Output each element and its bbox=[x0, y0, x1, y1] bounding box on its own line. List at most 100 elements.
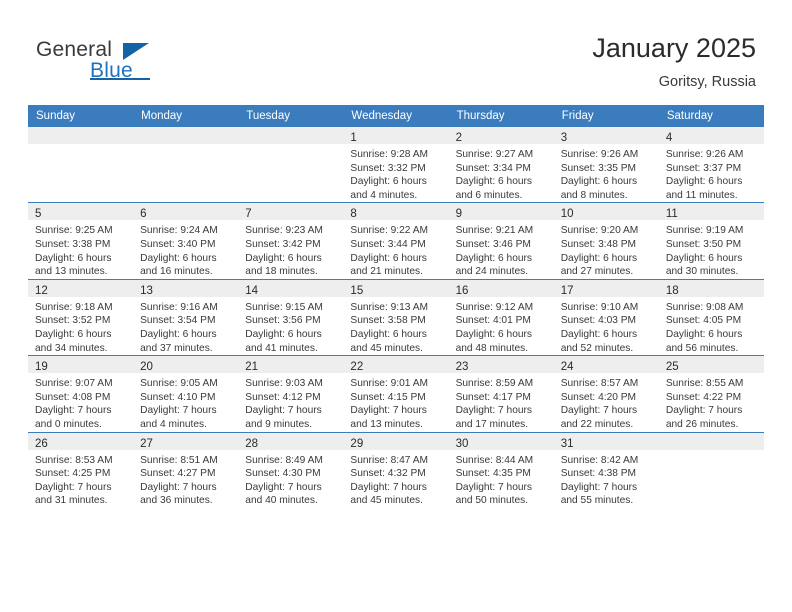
day-cell[interactable]: 21 Sunrise: 9:03 AM Sunset: 4:12 PM Dayligh… bbox=[238, 355, 344, 432]
day-detail-line: Daylight: 6 hours bbox=[560, 176, 638, 188]
day-detail-line: Daylight: 6 hours bbox=[35, 328, 112, 340]
day-cell-details bbox=[133, 144, 238, 148]
day-cell[interactable]: 2 Sunrise: 9:27 AM Sunset: 3:34 PM Daylight… bbox=[448, 127, 554, 203]
day-cell[interactable]: 22 Sunrise: 9:01 AM Sunset: 4:15 PM Dayligh… bbox=[343, 355, 449, 432]
day-detail-line: Sunset: 3:40 PM bbox=[140, 238, 216, 250]
day-number-band: 18 bbox=[658, 279, 764, 297]
day-cell[interactable]: 3 Sunrise: 9:26 AM Sunset: 3:35 PM Daylight… bbox=[553, 127, 659, 203]
day-cell[interactable]: 13 Sunrise: 9:16 AM Sunset: 3:54 PM Dayligh… bbox=[133, 278, 239, 356]
day-cell[interactable]: 25 Sunrise: 8:55 AM Sunset: 4:22 PM Dayligh… bbox=[658, 355, 764, 432]
day-number: 13 bbox=[140, 284, 153, 297]
day-cell[interactable]: 18 Sunrise: 9:08 AM Sunset: 4:05 PM Dayligh… bbox=[658, 278, 764, 356]
day-cell[interactable]: 27 Sunrise: 8:51 AM Sunset: 4:27 PM Dayligh… bbox=[133, 431, 239, 508]
day-detail-line: Daylight: 6 hours bbox=[350, 176, 427, 188]
day-detail-line: Sunset: 3:34 PM bbox=[455, 162, 531, 174]
day-cell-details: Sunrise: 9:15 AM Sunset: 3:56 PM Daylight:… bbox=[238, 297, 343, 355]
day-detail-line: Daylight: 7 hours bbox=[455, 405, 533, 417]
day-detail-line: Sunrise: 9:03 AM bbox=[245, 378, 323, 390]
day-detail-line: and 31 minutes. bbox=[35, 495, 108, 507]
day-cell[interactable]: 4 Sunrise: 9:26 AM Sunset: 3:37 PM Daylight… bbox=[658, 127, 764, 203]
day-number: 23 bbox=[455, 361, 469, 374]
day-detail-line: Sunrise: 9:18 AM bbox=[35, 301, 113, 313]
day-cell-details: Sunrise: 8:49 AM Sunset: 4:30 PM Daylight:… bbox=[238, 450, 343, 508]
day-detail-line: Sunrise: 8:49 AM bbox=[245, 454, 323, 466]
day-number: 27 bbox=[140, 437, 153, 450]
calendar-week-row: 19 Sunrise: 9:07 AM Sunset: 4:08 PM Dayligh… bbox=[28, 355, 764, 432]
day-cell-details bbox=[659, 450, 764, 454]
day-number-band: 29 bbox=[343, 432, 449, 450]
day-cell-empty bbox=[28, 127, 134, 203]
day-cell[interactable]: 15 Sunrise: 9:13 AM Sunset: 3:58 PM Dayligh… bbox=[343, 278, 449, 356]
day-cell[interactable]: 20 Sunrise: 9:05 AM Sunset: 4:10 PM Dayligh… bbox=[133, 355, 239, 432]
day-detail-line: Sunrise: 9:22 AM bbox=[350, 225, 429, 237]
weekday-header-saturday: Saturday bbox=[658, 105, 764, 127]
day-cell[interactable]: 26 Sunrise: 8:53 AM Sunset: 4:25 PM Dayligh… bbox=[28, 431, 134, 508]
day-cell[interactable]: 6 Sunrise: 9:24 AM Sunset: 3:40 PM Daylight… bbox=[133, 202, 239, 280]
day-detail-line: Daylight: 7 hours bbox=[350, 405, 427, 417]
day-cell[interactable]: 14 Sunrise: 9:15 AM Sunset: 3:56 PM Dayligh… bbox=[238, 278, 344, 356]
day-detail-line: Sunrise: 9:21 AM bbox=[455, 225, 534, 237]
day-detail-line: and 6 minutes. bbox=[455, 189, 523, 201]
calendar-week-row: 1 Sunrise: 9:28 AM Sunset: 3:32 PM Daylight… bbox=[28, 127, 764, 203]
day-number-band: 7 bbox=[238, 203, 344, 221]
day-detail-line: Sunset: 4:03 PM bbox=[560, 315, 637, 327]
day-cell[interactable]: 17 Sunrise: 9:10 AM Sunset: 4:03 PM Dayligh… bbox=[553, 278, 659, 356]
day-detail-line: Daylight: 6 hours bbox=[560, 252, 638, 264]
day-detail-line: Sunrise: 8:55 AM bbox=[665, 378, 744, 390]
day-cell[interactable]: 10 Sunrise: 9:20 AM Sunset: 3:48 PM Dayligh… bbox=[553, 202, 659, 280]
day-cell[interactable]: 8 Sunrise: 9:22 AM Sunset: 3:44 PM Daylight… bbox=[343, 202, 449, 280]
day-cell[interactable]: 9 Sunrise: 9:21 AM Sunset: 3:46 PM Daylight… bbox=[448, 202, 554, 280]
day-detail-line: Daylight: 7 hours bbox=[560, 481, 638, 493]
day-number-band: 1 bbox=[343, 127, 449, 144]
day-number: 10 bbox=[560, 208, 574, 221]
day-number-band: 26 bbox=[28, 432, 134, 450]
day-cell[interactable]: 12 Sunrise: 9:18 AM Sunset: 3:52 PM Dayligh… bbox=[28, 278, 134, 356]
day-detail-line: Sunset: 4:08 PM bbox=[35, 391, 111, 403]
day-number-band: 28 bbox=[238, 432, 344, 450]
day-cell[interactable]: 30 Sunrise: 8:44 AM Sunset: 4:35 PM Dayligh… bbox=[448, 431, 554, 508]
day-detail-line: and 27 minutes. bbox=[560, 266, 634, 278]
day-detail-line: Sunrise: 9:01 AM bbox=[350, 378, 429, 390]
day-detail-line: Daylight: 6 hours bbox=[455, 252, 533, 264]
day-number: 3 bbox=[560, 132, 568, 144]
day-cell[interactable]: 16 Sunrise: 9:12 AM Sunset: 4:01 PM Dayligh… bbox=[448, 278, 554, 356]
day-number-band: 23 bbox=[448, 356, 554, 374]
day-number-band: 9 bbox=[448, 203, 554, 221]
brand-logo[interactable]: General Blue bbox=[36, 38, 216, 90]
day-number: 21 bbox=[245, 361, 259, 374]
day-number-band: 16 bbox=[448, 279, 554, 297]
day-detail-line: Sunrise: 9:07 AM bbox=[35, 378, 113, 390]
day-cell[interactable]: 11 Sunrise: 9:19 AM Sunset: 3:50 PM Dayligh… bbox=[658, 202, 764, 280]
day-cell[interactable]: 23 Sunrise: 8:59 AM Sunset: 4:17 PM Dayligh… bbox=[448, 355, 554, 432]
day-number: 15 bbox=[350, 284, 364, 297]
day-cell-details: Sunrise: 9:22 AM Sunset: 3:44 PM Daylight:… bbox=[343, 220, 448, 278]
day-number: 22 bbox=[350, 361, 364, 374]
day-cell[interactable]: 31 Sunrise: 8:42 AM Sunset: 4:38 PM Dayligh… bbox=[553, 431, 659, 508]
day-detail-line: Daylight: 7 hours bbox=[560, 405, 638, 417]
day-cell-empty bbox=[658, 431, 764, 508]
day-number: 7 bbox=[245, 208, 252, 221]
day-cell[interactable]: 28 Sunrise: 8:49 AM Sunset: 4:30 PM Dayligh… bbox=[238, 431, 344, 508]
day-number-band: 11 bbox=[658, 203, 764, 221]
day-cell[interactable]: 19 Sunrise: 9:07 AM Sunset: 4:08 PM Dayligh… bbox=[28, 355, 134, 432]
day-detail-line: Daylight: 6 hours bbox=[665, 176, 743, 188]
day-detail-line: Sunrise: 9:20 AM bbox=[560, 225, 639, 237]
day-detail-line: Sunrise: 9:19 AM bbox=[665, 225, 744, 237]
day-cell[interactable]: 5 Sunrise: 9:25 AM Sunset: 3:38 PM Daylight… bbox=[28, 202, 134, 280]
day-detail-line: Sunrise: 8:44 AM bbox=[455, 454, 534, 466]
day-cell[interactable]: 1 Sunrise: 9:28 AM Sunset: 3:32 PM Daylight… bbox=[343, 127, 449, 203]
day-detail-line: Sunrise: 8:57 AM bbox=[560, 378, 639, 390]
day-detail-line: and 17 minutes. bbox=[455, 418, 529, 430]
day-cell[interactable]: 29 Sunrise: 8:47 AM Sunset: 4:32 PM Dayligh… bbox=[343, 431, 449, 508]
day-cell-details: Sunrise: 8:47 AM Sunset: 4:32 PM Daylight:… bbox=[343, 450, 448, 508]
day-detail-line: Sunset: 4:38 PM bbox=[560, 468, 637, 480]
day-cell[interactable]: 7 Sunrise: 9:23 AM Sunset: 3:42 PM Daylight… bbox=[238, 202, 344, 280]
day-detail-line: Sunset: 3:44 PM bbox=[350, 238, 426, 250]
calendar-page: General Blue January 2025 Goritsy, Russi… bbox=[0, 0, 792, 612]
day-detail-line: and 22 minutes. bbox=[560, 418, 634, 430]
day-number-band: 27 bbox=[133, 432, 239, 450]
day-detail-line: Sunrise: 8:53 AM bbox=[35, 454, 113, 466]
day-cell[interactable]: 24 Sunrise: 8:57 AM Sunset: 4:20 PM Dayligh… bbox=[553, 355, 659, 432]
day-cell-details: Sunrise: 9:21 AM Sunset: 3:46 PM Daylight:… bbox=[449, 220, 554, 278]
day-detail-line: and 55 minutes. bbox=[560, 495, 634, 507]
